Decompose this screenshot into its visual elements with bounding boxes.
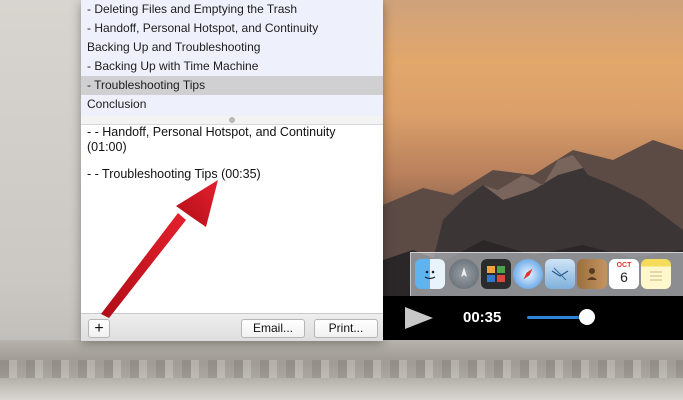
add-button[interactable]: + bbox=[88, 319, 110, 338]
splitter-handle-icon[interactable] bbox=[229, 117, 235, 123]
notes-app-window: - Deleting Files and Emptying the Trash -… bbox=[81, 0, 383, 341]
bottom-toolbar: + Email... Print... bbox=[81, 313, 383, 341]
calendar-icon[interactable]: OCT 6 bbox=[609, 259, 639, 289]
desktop-wallpaper-water bbox=[0, 340, 683, 400]
safari-icon[interactable] bbox=[513, 259, 543, 289]
print-button[interactable]: Print... bbox=[314, 319, 378, 338]
video-player-controls: 00:35 bbox=[383, 296, 683, 340]
play-button[interactable] bbox=[405, 307, 433, 329]
mail-icon[interactable] bbox=[545, 259, 575, 289]
mission-control-icon[interactable] bbox=[481, 259, 511, 289]
chapter-list-item[interactable]: - Deleting Files and Emptying the Trash bbox=[81, 0, 383, 19]
launchpad-icon[interactable] bbox=[449, 259, 479, 289]
contacts-icon[interactable] bbox=[577, 259, 607, 289]
notes-area[interactable]: - - Handoff, Personal Hotspot, and Conti… bbox=[81, 125, 383, 313]
chapter-list-item[interactable]: Backing Up and Troubleshooting bbox=[81, 38, 383, 57]
chapter-list-item[interactable]: - Handoff, Personal Hotspot, and Continu… bbox=[81, 19, 383, 38]
chapter-list-item[interactable]: - Backing Up with Time Machine bbox=[81, 57, 383, 76]
volume-slider-knob[interactable] bbox=[579, 309, 595, 325]
note-entry: - - Troubleshooting Tips (00:35) bbox=[87, 167, 261, 181]
pane-splitter[interactable] bbox=[81, 116, 383, 125]
email-button[interactable]: Email... bbox=[241, 319, 305, 338]
dock: OCT 6 bbox=[410, 252, 683, 297]
finder-icon[interactable] bbox=[415, 259, 445, 289]
chapter-list-item[interactable]: Conclusion bbox=[81, 95, 383, 114]
chapter-list-item[interactable]: - Troubleshooting Tips bbox=[81, 76, 383, 95]
chapter-list: - Deleting Files and Emptying the Trash -… bbox=[81, 0, 383, 117]
notes-icon[interactable] bbox=[641, 259, 671, 289]
playback-time: 00:35 bbox=[463, 309, 502, 326]
calendar-day: 6 bbox=[620, 268, 628, 285]
note-entry: - - Handoff, Personal Hotspot, and Conti… bbox=[87, 125, 336, 154]
volume-slider-track[interactable] bbox=[527, 316, 587, 319]
